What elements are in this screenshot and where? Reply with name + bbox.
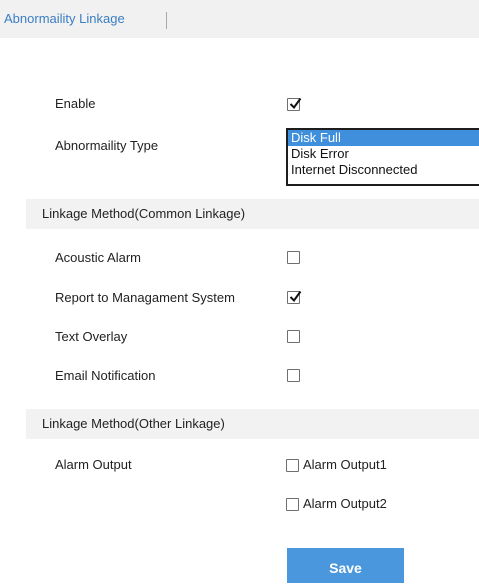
option-internet-disconnected[interactable]: Internet Disconnected bbox=[288, 162, 479, 178]
text-overlay-label: Text Overlay bbox=[55, 329, 128, 344]
abnormality-type-listbox[interactable]: Disk Full Disk Error Internet Disconnect… bbox=[286, 128, 479, 186]
tab-bar: Abnormaility Linkage bbox=[0, 0, 479, 38]
email-notification-label: Email Notification bbox=[55, 368, 156, 383]
enable-checkbox[interactable] bbox=[287, 97, 302, 111]
option-disk-error[interactable]: Disk Error bbox=[288, 146, 479, 162]
acoustic-alarm-checkbox[interactable] bbox=[287, 251, 300, 264]
checkmark-icon bbox=[289, 290, 302, 303]
enable-label: Enable bbox=[55, 96, 96, 111]
tab-divider bbox=[166, 12, 167, 29]
common-linkage-title: Linkage Method(Common Linkage) bbox=[42, 206, 246, 221]
other-linkage-title: Linkage Method(Other Linkage) bbox=[42, 416, 225, 431]
alarm-output-label: Alarm Output bbox=[55, 457, 132, 472]
alarm-output1-label: Alarm Output1 bbox=[303, 457, 387, 472]
abnormality-type-label: Abnormaility Type bbox=[55, 138, 159, 153]
other-linkage-header: Linkage Method(Other Linkage) bbox=[26, 409, 479, 439]
option-disk-full[interactable]: Disk Full bbox=[288, 130, 479, 146]
checkmark-icon bbox=[289, 97, 302, 110]
text-overlay-checkbox[interactable] bbox=[287, 330, 300, 343]
tab-abnormality-linkage[interactable]: Abnormaility Linkage bbox=[0, 0, 166, 38]
email-notification-checkbox[interactable] bbox=[287, 369, 300, 382]
save-button[interactable]: Save bbox=[287, 548, 404, 583]
report-management-checkbox[interactable] bbox=[287, 290, 302, 304]
alarm-output2-checkbox[interactable] bbox=[286, 498, 299, 511]
alarm-output1-checkbox[interactable] bbox=[286, 459, 299, 472]
acoustic-alarm-label: Acoustic Alarm bbox=[55, 250, 141, 265]
common-linkage-header: Linkage Method(Common Linkage) bbox=[26, 199, 479, 229]
alarm-output2-label: Alarm Output2 bbox=[303, 496, 387, 511]
report-management-label: Report to Managament System bbox=[55, 290, 235, 305]
